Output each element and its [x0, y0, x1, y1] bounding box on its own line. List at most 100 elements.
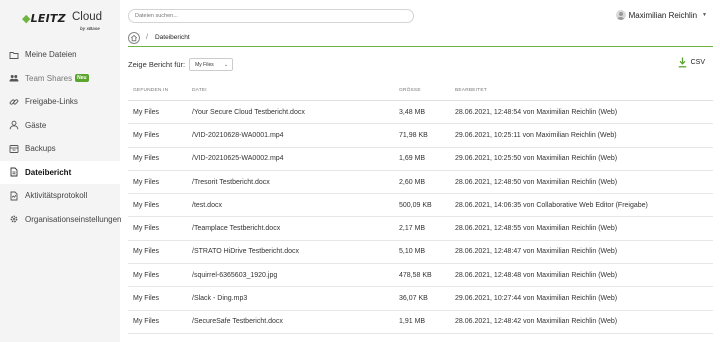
- cell-groesse: 478,58 KB: [399, 271, 432, 279]
- sidebar-item-organisationseinstellungen[interactable]: Organisationseinstellungen: [0, 208, 122, 232]
- report-source-value: My Files: [195, 61, 214, 68]
- user-menu[interactable]: Maximilian Reichlin ▼: [615, 10, 707, 20]
- report-icon: [9, 167, 19, 177]
- sidebar-item-label: Aktivitätsprotokoll: [25, 191, 88, 201]
- cell-gefunden-in: My Files: [133, 271, 160, 279]
- cell-datei: /test.docx: [192, 201, 222, 209]
- gear-icon: [9, 214, 19, 224]
- sidebar-item-meine-dateien[interactable]: Meine Dateien: [0, 43, 120, 67]
- table-row[interactable]: My Files/test.docx 500,09 KB 28.06.2021, 1…: [128, 194, 713, 218]
- cell-gefunden-in: My Files: [133, 178, 160, 186]
- chevron-down-icon: ⌄: [223, 61, 229, 68]
- table-body: My Files/Your Secure Cloud Testbericht.d…: [128, 101, 713, 334]
- sidebar-item-backups[interactable]: Backups: [0, 137, 120, 161]
- cell-bearbeitet: 28.06.2021, 12:48:48 von Maximilian Reic…: [455, 271, 618, 279]
- sidebar-nav: Meine Dateien Team Shares Neu Freigabe-L…: [0, 43, 122, 232]
- cell-gefunden-in: My Files: [133, 295, 160, 303]
- cell-bearbeitet: 29.06.2021, 10:25:50 von Maximilian Reic…: [455, 155, 618, 163]
- table-header: GEFUNDEN IN DATEI GRÖSSE BEARBEITET: [128, 80, 713, 101]
- logo-byline: by xBase: [80, 26, 100, 31]
- search-input[interactable]: [128, 9, 414, 23]
- table-row[interactable]: My Files/SecureSafe Testbericht.docx 1,91…: [128, 311, 713, 334]
- csv-export-button[interactable]: CSV: [678, 57, 705, 68]
- cell-datei: /Your Secure Cloud Testbericht.docx: [192, 108, 305, 116]
- sidebar-item-aktivitaetsprotokoll[interactable]: Aktivitätsprotokoll: [0, 184, 120, 208]
- table-row[interactable]: My Files/VID-20210628-WA0001.mp4 71,98 KB…: [128, 124, 713, 148]
- breadcrumb-current: Dateibericht: [154, 34, 190, 41]
- cell-gefunden-in: My Files: [133, 318, 160, 326]
- cell-bearbeitet: 29.06.2021, 10:27:44 von Maximilian Reic…: [455, 295, 618, 303]
- sidebar-item-label: Team Shares: [25, 73, 73, 83]
- cell-gefunden-in: My Files: [133, 201, 160, 209]
- cell-datei: /Tresorit Testbericht.docx: [192, 178, 270, 186]
- cell-datei: /squirrel-6365603_1920.jpg: [192, 271, 278, 279]
- new-badge: Neu: [75, 74, 89, 83]
- file-report-table: GEFUNDEN IN DATEI GRÖSSE BEARBEITET My F…: [128, 80, 713, 334]
- header-groesse[interactable]: GRÖSSE: [399, 88, 455, 93]
- cell-datei: /VID-20210628-WA0001.mp4: [192, 131, 284, 139]
- header-datei[interactable]: DATEI: [192, 88, 399, 93]
- cell-groesse: 2,60 MB: [399, 178, 426, 186]
- sidebar-item-label: Organisationseinstellungen: [25, 214, 122, 224]
- cell-groesse: 1,91 MB: [399, 318, 426, 326]
- cell-datei: /VID-20210625-WA0002.mp4: [192, 155, 284, 163]
- logo-brand: ◆LEITZ: [22, 12, 66, 25]
- table-row[interactable]: My Files/squirrel-6365603_1920.jpg 478,58…: [128, 264, 713, 288]
- table-row[interactable]: My Files/VID-20210625-WA0002.mp4 1,69 MB 2…: [128, 148, 713, 171]
- cell-bearbeitet: 28.06.2021, 12:48:47 von Maximilian Reic…: [455, 248, 618, 256]
- cell-datei: /SecureSafe Testbericht.docx: [192, 318, 283, 326]
- cell-gefunden-in: My Files: [133, 108, 160, 116]
- report-label: Zeige Bericht für:: [128, 60, 186, 69]
- sidebar-item-team-shares[interactable]: Team Shares Neu: [0, 67, 120, 91]
- table-row[interactable]: My Files/Teamplace Testbericht.docx 2,17 …: [128, 217, 713, 241]
- sidebar-item-dateibericht[interactable]: Dateibericht: [0, 160, 120, 184]
- home-icon[interactable]: [128, 31, 140, 44]
- backup-icon: [9, 144, 19, 154]
- cell-groesse: 1,69 MB: [399, 155, 426, 163]
- report-source-select[interactable]: My Files ⌄: [189, 58, 234, 71]
- cell-datei: /STRATO HiDrive Testbericht.docx: [192, 248, 299, 256]
- chevron-down-icon: ▼: [702, 12, 707, 18]
- cell-bearbeitet: 28.06.2021, 12:48:54 von Maximilian Reic…: [455, 108, 618, 116]
- header-bearbeitet[interactable]: BEARBEITET: [455, 88, 713, 93]
- cell-gefunden-in: My Files: [133, 155, 160, 163]
- table-row[interactable]: My Files/Tresorit Testbericht.docx 2,60 M…: [128, 171, 713, 195]
- report-selector: Zeige Bericht für: My Files ⌄: [128, 58, 234, 71]
- cell-bearbeitet: 28.06.2021, 12:48:50 von Maximilian Reic…: [455, 178, 618, 186]
- table-row[interactable]: My Files/Your Secure Cloud Testbericht.d…: [128, 101, 713, 125]
- leitz-cloud-logo[interactable]: ◆LEITZ Cloud by xBase: [22, 11, 103, 32]
- cell-gefunden-in: My Files: [133, 225, 160, 233]
- header-gefunden-in[interactable]: GEFUNDEN IN: [128, 88, 192, 93]
- logo-product: Cloud: [72, 11, 103, 23]
- team-icon: [9, 73, 19, 83]
- user-name: Maximilian Reichlin: [628, 10, 698, 20]
- cell-groesse: 71,98 KB: [399, 131, 428, 139]
- table-row[interactable]: My Files/STRATO HiDrive Testbericht.docx…: [128, 241, 713, 265]
- link-icon: [9, 97, 19, 107]
- sidebar-item-gaeste[interactable]: Gäste: [0, 114, 120, 138]
- cell-groesse: 36,07 KB: [399, 295, 428, 303]
- activity-icon: [9, 191, 19, 201]
- sidebar-item-label: Dateibericht: [25, 167, 72, 177]
- cell-groesse: 3,48 MB: [399, 108, 426, 116]
- table-row[interactable]: My Files/Slack - Ding.mp3 36,07 KB 29.06.2…: [128, 287, 713, 311]
- guest-icon: [9, 120, 19, 130]
- cell-gefunden-in: My Files: [133, 248, 160, 256]
- breadcrumb-separator: /: [146, 34, 148, 41]
- download-icon: [678, 57, 686, 68]
- cell-datei: /Teamplace Testbericht.docx: [192, 225, 281, 233]
- sidebar-item-freigabe-links[interactable]: Freigabe-Links: [0, 90, 120, 114]
- avatar: [615, 10, 626, 20]
- cell-groesse: 500,09 KB: [399, 201, 432, 209]
- cell-bearbeitet: 28.06.2021, 14:06:35 von Collaborative W…: [455, 201, 648, 209]
- sidebar-item-label: Meine Dateien: [25, 50, 77, 60]
- sidebar-item-label: Gäste: [25, 120, 47, 130]
- breadcrumb: / Dateibericht: [128, 29, 713, 47]
- cell-gefunden-in: My Files: [133, 131, 160, 139]
- cell-datei: /Slack - Ding.mp3: [192, 295, 248, 303]
- csv-label: CSV: [690, 59, 705, 66]
- cell-groesse: 5,10 MB: [399, 248, 426, 256]
- folder-icon: [9, 50, 19, 60]
- sidebar: ◆LEITZ Cloud by xBase Meine Dateien Team…: [0, 0, 122, 342]
- cell-bearbeitet: 28.06.2021, 12:48:55 von Maximilian Reic…: [455, 225, 618, 233]
